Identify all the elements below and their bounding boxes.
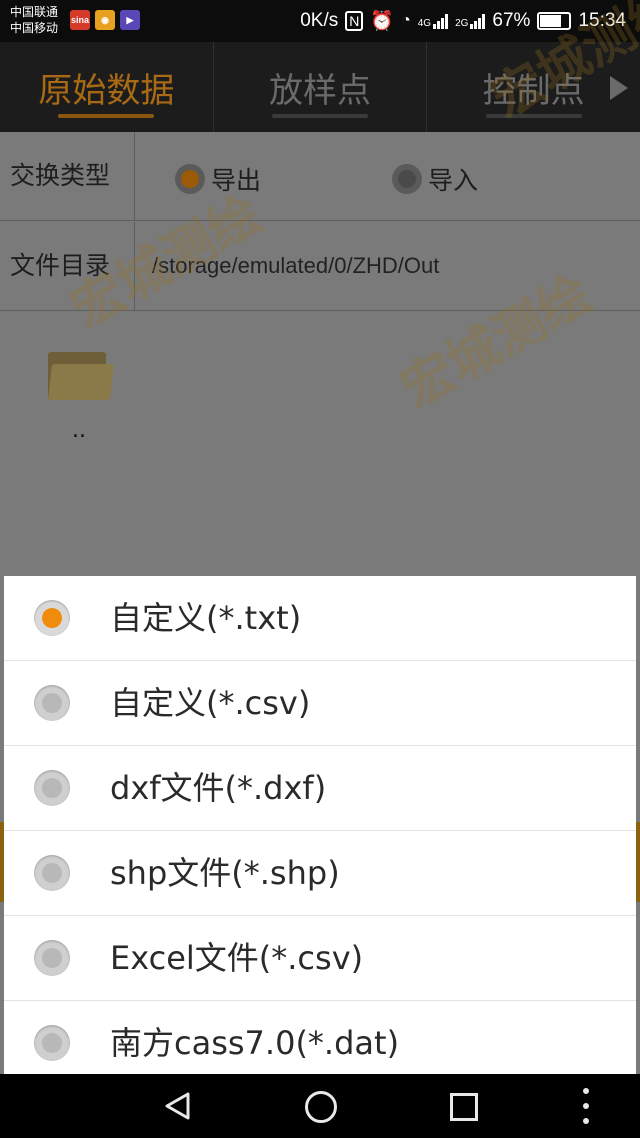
nfc-icon: N [345,11,364,31]
exchange-type-row: 交换类型 导出 导入 [0,132,640,221]
signal-icon-2: 2G [455,13,486,29]
menu-icon[interactable] [582,1088,590,1124]
video-app-icon: ▶ [120,10,140,30]
home-icon[interactable] [305,1091,337,1123]
alarm-icon: ⏰ [370,11,395,32]
tab-indicator [58,114,155,118]
carrier-2: 中国移动 [10,21,59,35]
tab-label: 放样点 [269,70,371,111]
radio-unselected-icon [34,1025,70,1061]
net-type-2: 2G [455,18,469,29]
recent-apps-icon[interactable] [450,1093,478,1121]
tab-raw-data[interactable]: 原始数据 [0,42,214,132]
back-icon[interactable] [164,1092,192,1120]
format-label: shp文件(*.shp) [110,854,340,892]
tab-indicator [272,114,368,118]
import-radio[interactable]: 导入 [392,161,478,197]
format-option-dxf[interactable]: dxf文件(*.dxf) [4,746,636,831]
import-label: 导入 [428,166,479,195]
sina-news-icon: sina [70,10,90,30]
radio-unselected-icon [34,940,70,976]
format-option-custom-csv[interactable]: 自定义(*.csv) [4,661,636,746]
radio-selected-icon [175,164,205,194]
tab-stakeout-points[interactable]: 放样点 [214,42,428,132]
radio-unselected-icon [34,770,70,806]
navigation-bar [0,1074,640,1138]
signal-icon-1: 4G [417,13,449,29]
parent-folder-label[interactable]: .. [72,418,86,443]
radio-selected-icon [34,600,70,636]
carrier-1: 中国联通 [10,5,59,19]
format-option-cass-dat[interactable]: 南方cass7.0(*.dat) [4,1001,636,1074]
net-speed: 0K/s [300,10,339,31]
radio-unselected-icon [34,685,70,721]
battery-percent: 67% [492,10,531,31]
format-option-shp[interactable]: shp文件(*.shp) [4,831,636,916]
format-label: Excel文件(*.csv) [110,939,364,977]
format-label: 南方cass7.0(*.dat) [110,1024,400,1062]
format-option-custom-txt[interactable]: 自定义(*.txt) [4,576,636,661]
format-label: dxf文件(*.dxf) [110,769,327,807]
tab-label: 原始数据 [38,70,175,111]
format-label: 自定义(*.txt) [110,599,302,637]
radio-unselected-icon [392,164,422,194]
carrier-info: 中国联通 中国移动 [10,4,58,36]
exchange-type-label: 交换类型 [10,161,111,190]
export-format-dialog: 自定义(*.txt) 自定义(*.csv) dxf文件(*.dxf) shp文件… [4,576,636,1074]
net-type-1: 4G [417,18,432,29]
notification-icons: sina ◉ ▶ [70,10,140,30]
folder-icon[interactable] [48,350,114,402]
format-option-excel-csv[interactable]: Excel文件(*.csv) [4,916,636,1001]
divider [134,132,135,220]
weibo-icon: ◉ [95,10,115,30]
radio-unselected-icon [34,855,70,891]
format-label: 自定义(*.csv) [110,684,311,722]
wifi-icon: ◔ [401,12,411,29]
tab-scroll-arrow-icon[interactable] [610,76,628,100]
